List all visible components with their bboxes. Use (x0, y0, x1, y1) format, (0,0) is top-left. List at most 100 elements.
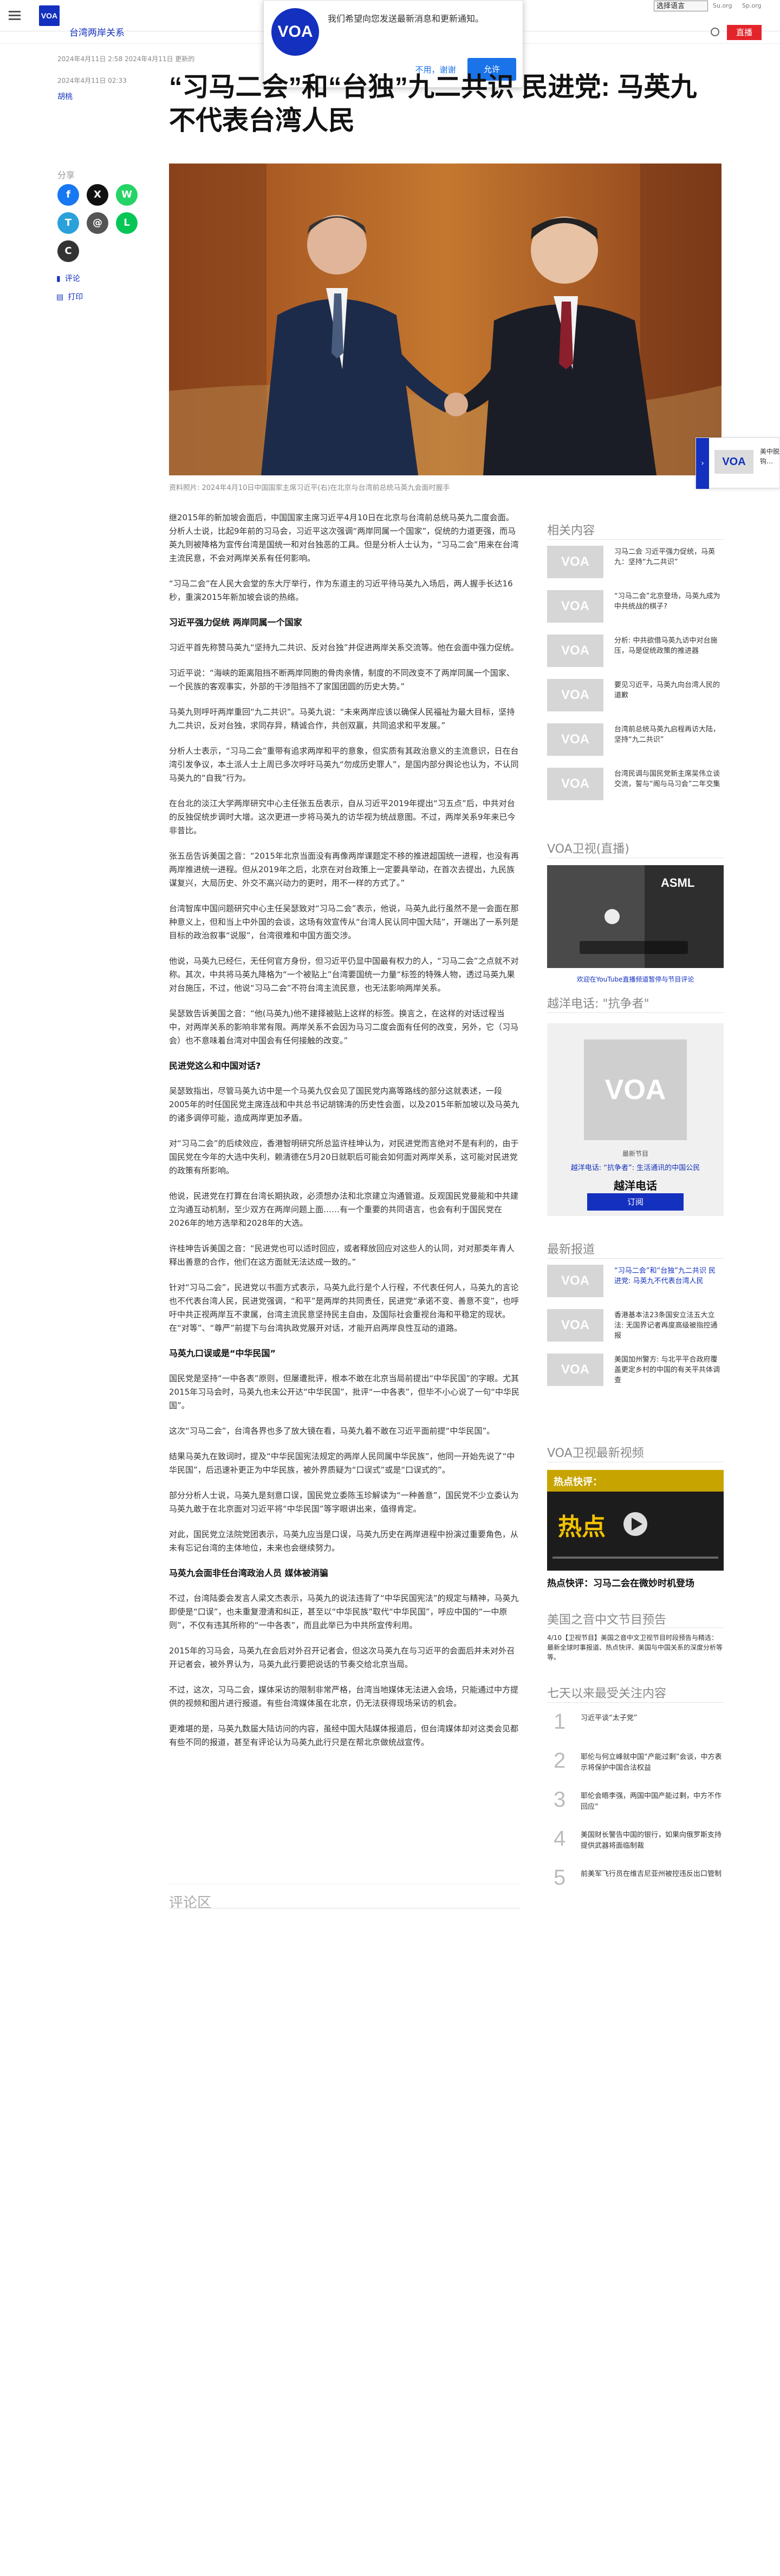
email-share-icon[interactable]: @ (87, 212, 108, 234)
latest-item[interactable]: VOA 香港基本法23条国安立法五大立法: 无国界记者再度高级被指控通报 (547, 1309, 724, 1346)
paragraph: 更难堪的是，马英九数届大陆访问的内容，虽经中国大陆媒体报道后，但台湾媒体却对这类… (169, 1724, 519, 1747)
paragraph: 马英九则呼吁两岸重回“九二共识”。马英九说：“未来两岸应该以确保人民福祉为最大目… (169, 707, 515, 730)
expand-tab-icon[interactable]: › (696, 438, 709, 489)
paragraph: 他说，民进党在打算在台湾长期执政，必须想办法和北京建立沟通管道。反观国民党曼能和… (169, 1191, 519, 1228)
author-byline[interactable]: 胡桃 (57, 91, 73, 102)
section-heading: 马英九口误或是“中华民国” (169, 1348, 276, 1358)
divider (547, 1702, 724, 1703)
article-body: 继2015年的新加坡会面后，中国国家主席习近平4月10日在北京与台湾前总统马英九… (169, 511, 520, 1761)
rank: 5 (554, 1866, 566, 1889)
thumbnail: VOA (547, 723, 603, 756)
print-link-label: 打印 (68, 293, 83, 302)
thumbnail: VOA (547, 679, 603, 711)
comment-icon: ▮ (56, 274, 61, 283)
related-link[interactable]: 分析: 中共欲借马英九访中对台施压，马是促统政策的推进器 (614, 636, 723, 656)
section-heading: 马英九会面非任台湾政治人员 媒体被消骗 (169, 1568, 328, 1578)
popular-link[interactable]: 耶伦会晤李强，两国中国产能过剩，中方不作回应“ (581, 1791, 723, 1813)
print-link[interactable]: ▤ 打印 (56, 291, 83, 302)
thumbnail: VOA (547, 1265, 603, 1297)
live-preview: ASML (547, 865, 724, 968)
related-item[interactable]: VOA “习马二会”北京登场，马英九成为中共统战的棋子? (547, 590, 724, 627)
latest-item[interactable]: VOA 美国加州警方: 与北平平合政府覆盖更定乡村的中国的有关平共体调查 (547, 1354, 724, 1390)
subscribe-button[interactable]: 订阅 (587, 1193, 684, 1211)
popular-link[interactable]: 耶伦与何立峰就中国“产能过剩”会谈，中方表示将保护中国合法权益 (581, 1752, 723, 1774)
related-link[interactable]: 台湾前总统马英九启程再访大陆，坚持“九二共识” (614, 724, 723, 745)
thumbnail: VOA (547, 590, 603, 623)
related-item[interactable]: VOA 分析: 中共欲借马英九访中对台施压，马是促统政策的推进器 (547, 635, 724, 671)
photo-caption: 资料照片: 2024年4月10日中国国家主席习近平(右)在北京与台湾前总统马英九… (169, 484, 450, 492)
article-date: 2024年4月11日 02:33 (57, 77, 127, 84)
paragraph: 分析人士表示，“习马二会”重带有追求两岸和平的意象，但实质有其政治意义的主流意识… (169, 746, 519, 783)
paragraph: 国民党是坚持“一中各表”原则，但屡遭批评，根本不敢在北京当局前提出“中华民国”的… (169, 1374, 520, 1410)
paragraph: 部分分析人士说，马英九是刻意口误，国民党立委陈玉珍解读为“一种善意”，国民党不少… (169, 1490, 519, 1514)
x-share-icon[interactable]: X (87, 184, 108, 206)
float-logo: VOA (714, 450, 753, 474)
rank: 4 (554, 1827, 566, 1851)
paragraph: 习近平说：“海峡的距离阻挡不断两岸同胞的骨肉亲情，制度的不同改变不了两岸同属一个… (169, 668, 515, 691)
latest-item[interactable]: VOA “习马二会”和“台独”九二共识 民进党: 马英九不代表台湾人民 (547, 1265, 724, 1302)
related-item[interactable]: VOA 台湾民调与国民党新主席吴伟立谈交流，誓与“阁与马习会”二年交集 (547, 768, 724, 805)
latest-link[interactable]: “习马二会”和“台独”九二共识 民进党: 马英九不代表台湾人民 (614, 1266, 723, 1286)
latest-link[interactable]: 美国加州警方: 与北平平合政府覆盖更定乡村的中国的有关平共体调查 (614, 1355, 723, 1385)
video-title: VOA卫视最新视频 (547, 1447, 644, 1460)
paragraph: 许桂坤告诉美国之音：“民进党也可以适时回应，或者释放回应对这些人的认同，对对那类… (169, 1244, 515, 1267)
live-youtube-link[interactable]: 欢迎在YouTube直播频道暂停与节目评论 (547, 975, 724, 984)
phone-title: 越洋电话: "抗争者" (547, 997, 649, 1011)
section-heading: 民进党这么和中国对话? (169, 1061, 261, 1071)
telegram-share-icon[interactable]: T (57, 212, 79, 234)
float-text[interactable]: 美中脱钩… (760, 447, 779, 466)
section-link[interactable]: 台湾两岸关系 (69, 25, 125, 38)
latest-video[interactable]: 热点快评： 热点 (547, 1470, 724, 1571)
related-link[interactable]: 要见习近平，马英九向台湾人民的道歉 (614, 680, 723, 701)
line-share-icon[interactable]: L (116, 212, 138, 234)
related-item[interactable]: VOA 台湾前总统马英九启程再访大陆，坚持“九二共识” (547, 723, 724, 760)
latest-link[interactable]: 香港基本法23条国安立法五大立法: 无国界记者再度高级被指控通报 (614, 1310, 723, 1341)
menu-icon[interactable] (9, 11, 21, 21)
popular-link[interactable]: 美国财长警告中国的银行，如果向俄罗斯支持提供武器将面临制裁 (581, 1830, 723, 1852)
paragraph: 不过，这次，习马二会，媒体采访的限制非常严格，台湾当地媒体无法进入会场，只能通过… (169, 1685, 519, 1708)
paragraph: 不过，台湾陆委会发言人梁文杰表示，马英九的说法违背了“中华民国宪法”的规定与精神… (169, 1593, 519, 1630)
video-caption[interactable]: 热点快评：习马二会在微妙时机登场 (547, 1575, 724, 1589)
hero-photo (169, 164, 722, 475)
paragraph: 吴瑟致告诉美国之音：“他(马英九)他不建择被贴上这样的标签。换言之，在这样的对话… (169, 1009, 519, 1045)
program-preview[interactable]: 4/10【卫视节目】美国之音中文卫视节目时段预告与精选：最新全球时事报道、热点快… (547, 1633, 724, 1662)
program-logo: VOA (584, 1039, 687, 1140)
phone-program-card: VOA 最新节目 越洋电话: “抗争者”: 生活通讯的中国公民 越洋电话 订阅 (547, 1023, 724, 1216)
rank: 1 (554, 1710, 566, 1734)
floating-recommendation[interactable]: › VOA 美中脱钩… (696, 437, 780, 489)
related-link[interactable]: 习马二会 习近平强力促统，马英九：坚持“九二共识” (614, 547, 723, 567)
paragraph: 在台北的淡江大学两岸研究中心主任张五岳表示，自从习近平2019年提出“习五点”后… (169, 799, 516, 835)
related-link[interactable]: “习马二会”北京登场，马英九成为中共统战的棋子? (614, 591, 723, 612)
related-item[interactable]: VOA 要见习近平，马英九向台湾人民的道歉 (547, 679, 724, 716)
divider (547, 1012, 724, 1013)
popular-link[interactable]: 习近平谈“太子党” (581, 1713, 723, 1724)
program-link[interactable]: 越洋电话: “抗争者”: 生活通讯的中国公民 (547, 1162, 724, 1172)
share-title: 分享 (57, 170, 75, 180)
live-button[interactable]: 直播 (727, 25, 762, 40)
paragraph: 他说，马英九已经仨，无任何官方身份，但习近平仍显中国最有权力的人，“习马二会”之… (169, 956, 519, 993)
paragraph: 习近平首先称赞马英九“坚持九二共识、反对台独”并促进两岸关系交流等。他在会面中强… (169, 643, 519, 652)
language-select[interactable]: 选择语言 (654, 1, 708, 11)
related-link[interactable]: 台湾民调与国民党新主席吴伟立谈交流，誓与“阁与马习会”二年交集 (614, 769, 723, 789)
thumbnail: VOA (547, 1354, 603, 1386)
live-title: VOA卫视(直播) (547, 842, 629, 856)
lang-link-2[interactable]: Sp.org (742, 2, 762, 9)
facebook-share-icon[interactable]: f (57, 184, 79, 206)
print-icon: ▤ (56, 293, 64, 302)
whatsapp-share-icon[interactable]: W (116, 184, 138, 206)
lang-link-1[interactable]: Su.org (713, 2, 732, 9)
divider (547, 539, 724, 540)
live-video[interactable]: ASML (547, 865, 724, 968)
popular-link[interactable]: 前美军飞行员在维吉尼亚州被控违反出口管制 (581, 1869, 723, 1880)
divider (547, 1258, 724, 1259)
search-icon[interactable] (711, 28, 719, 36)
voa-logo[interactable]: VOA (39, 5, 60, 26)
video-thumbnail: 热点快评： 热点 (547, 1470, 724, 1571)
copy-link-icon[interactable]: C (57, 240, 79, 262)
paragraph: 针对“习马二会”，民进党以书面方式表示，马英九此行是个人行程，不代表任何人，马英… (169, 1283, 519, 1333)
related-item[interactable]: VOA 习马二会 习近平强力促统，马英九：坚持“九二共识” (547, 546, 724, 583)
popup-message: 我们希望向您发送最新消息和更新通知。 (328, 14, 484, 24)
paragraph: 对此，国民党立法院党团表示，马英九应当是口误，马英九历史在两岸进程中扮演过重要角… (169, 1529, 519, 1553)
comment-link[interactable]: ▮ 评论 (56, 273, 80, 284)
thumbnail: VOA (547, 546, 603, 578)
